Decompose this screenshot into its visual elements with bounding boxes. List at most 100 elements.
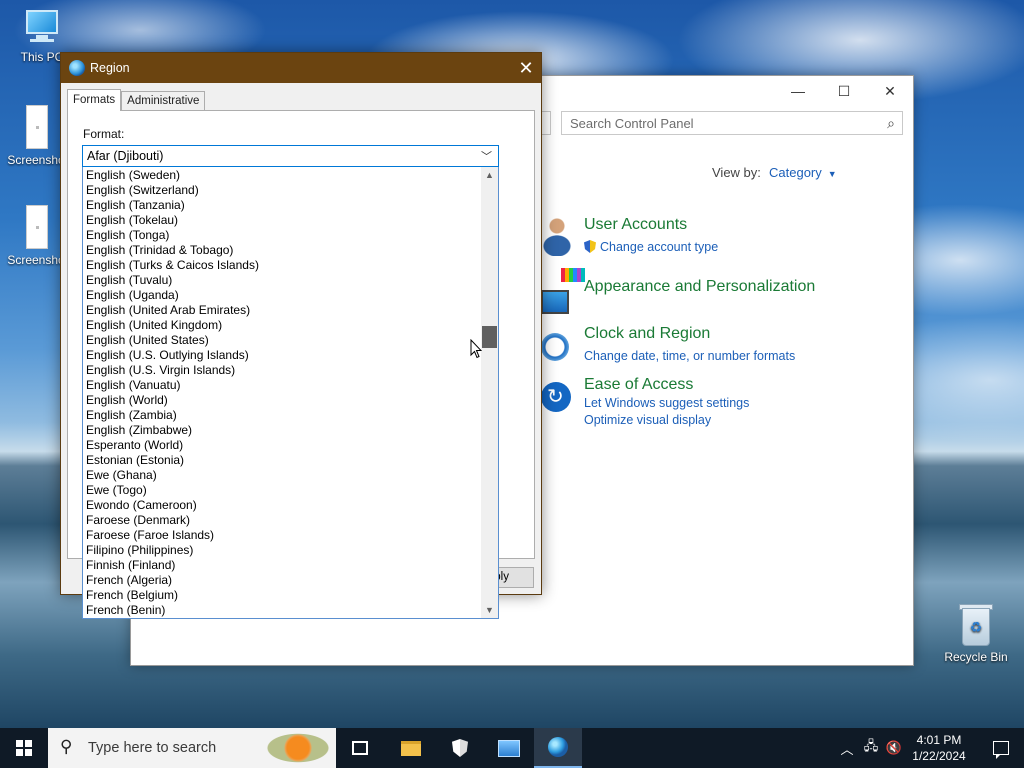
- control-panel-search-input[interactable]: Search Control Panel ⌕: [561, 111, 903, 135]
- notification-icon: [993, 741, 1009, 759]
- globe-icon: [69, 60, 85, 76]
- clock-time: 4:01 PM: [916, 733, 962, 747]
- format-option[interactable]: English (United States): [83, 333, 481, 348]
- view-by-label: View by:: [712, 165, 761, 180]
- tab-formats[interactable]: Formats: [67, 89, 122, 111]
- task-view-button[interactable]: [336, 728, 384, 768]
- format-dropdown-list[interactable]: English (Sweden) English (Switzerland) Eng…: [82, 167, 499, 619]
- search-placeholder: Search Control Panel: [570, 116, 694, 131]
- appearance-icon: [541, 290, 569, 314]
- action-center-button[interactable]: [978, 728, 1024, 768]
- taskbar-search-placeholder: Type here to search: [88, 740, 217, 756]
- globe-icon: [548, 737, 568, 757]
- close-button[interactable]: ✕: [511, 53, 541, 83]
- windows-security-button[interactable]: [436, 728, 484, 768]
- format-option[interactable]: French (Benin): [83, 603, 481, 618]
- scroll-up-icon[interactable]: ▲: [481, 167, 498, 184]
- category-title[interactable]: Appearance and Personalization: [584, 278, 815, 296]
- control-panel-icon: [498, 739, 520, 757]
- scrollbar-thumb[interactable]: [482, 326, 497, 348]
- mouse-cursor-icon: [470, 339, 482, 359]
- format-option[interactable]: English (U.S. Virgin Islands): [83, 363, 481, 378]
- category-title[interactable]: Ease of Access: [584, 376, 693, 394]
- show-hidden-icons-button[interactable]: ︿: [838, 728, 856, 768]
- desktop-icon-recycle-bin[interactable]: ♻ Recycle Bin: [940, 602, 1012, 664]
- window-controls: — ☐ ✕: [775, 76, 913, 106]
- ease-of-access-icon: [541, 382, 571, 412]
- category-title[interactable]: Clock and Region: [584, 325, 710, 343]
- user-accounts-icon: [541, 216, 573, 256]
- format-option[interactable]: Esperanto (World): [83, 438, 481, 453]
- format-option[interactable]: Ewe (Ghana): [83, 468, 481, 483]
- dialog-title: Region: [90, 61, 130, 75]
- windows-logo-icon: [16, 740, 32, 756]
- taskbar: ⚲ Type here to search ︿ 🖧 🔇 4:01 PM 1/22…: [0, 728, 1024, 768]
- format-option[interactable]: English (Zimbabwe): [83, 423, 481, 438]
- change-formats-link[interactable]: Change date, time, or number formats: [584, 349, 795, 363]
- start-button[interactable]: [0, 728, 48, 768]
- computer-icon: [22, 10, 62, 46]
- taskbar-search-box[interactable]: ⚲ Type here to search: [48, 728, 336, 768]
- change-account-type-link[interactable]: Change account type: [584, 240, 718, 254]
- dropdown-scrollbar[interactable]: ▲ ▼: [481, 167, 498, 618]
- view-by-dropdown[interactable]: Category ▼: [769, 165, 837, 180]
- format-option[interactable]: English (Trinidad & Tobago): [83, 243, 481, 258]
- clock-date: 1/22/2024: [912, 749, 966, 763]
- minimize-icon[interactable]: —: [775, 76, 821, 106]
- control-panel-taskbar-button[interactable]: [485, 728, 533, 768]
- format-option[interactable]: French (Belgium): [83, 588, 481, 603]
- search-highlight-icon: [266, 731, 330, 765]
- format-option[interactable]: Faroese (Faroe Islands): [83, 528, 481, 543]
- format-option[interactable]: English (Uganda): [83, 288, 481, 303]
- scroll-down-icon[interactable]: ▼: [481, 602, 498, 618]
- region-taskbar-button[interactable]: [534, 728, 582, 768]
- format-option[interactable]: English (United Kingdom): [83, 318, 481, 333]
- format-option[interactable]: Faroese (Denmark): [83, 513, 481, 528]
- format-option[interactable]: Finnish (Finland): [83, 558, 481, 573]
- format-option[interactable]: English (World): [83, 393, 481, 408]
- format-option[interactable]: Ewondo (Cameroon): [83, 498, 481, 513]
- format-option[interactable]: Ewe (Togo): [83, 483, 481, 498]
- category-title[interactable]: User Accounts: [584, 216, 687, 234]
- optimize-display-link[interactable]: Optimize visual display: [584, 413, 711, 427]
- format-option[interactable]: English (Vanuatu): [83, 378, 481, 393]
- close-icon: ✕: [518, 57, 534, 78]
- format-option[interactable]: English (Tokelau): [83, 213, 481, 228]
- format-option[interactable]: English (Tuvalu): [83, 273, 481, 288]
- document-icon: [26, 105, 48, 149]
- shield-icon: [452, 739, 468, 757]
- tab-administrative[interactable]: Administrative: [121, 91, 206, 111]
- format-option[interactable]: French (Algeria): [83, 573, 481, 588]
- format-option[interactable]: English (Sweden): [83, 168, 481, 183]
- network-icon[interactable]: 🖧: [860, 728, 882, 768]
- view-by-value: Category: [769, 165, 822, 180]
- taskbar-clock[interactable]: 4:01 PM 1/22/2024: [904, 732, 974, 764]
- triangle-down-icon: ▼: [827, 169, 837, 179]
- format-option[interactable]: English (U.S. Outlying Islands): [83, 348, 481, 363]
- format-option[interactable]: English (United Arab Emirates): [83, 303, 481, 318]
- volume-muted-icon[interactable]: 🔇: [884, 728, 904, 768]
- chevron-up-icon: ︿: [840, 741, 854, 757]
- recycle-bin-icon: ♻: [958, 602, 994, 646]
- format-option[interactable]: English (Switzerland): [83, 183, 481, 198]
- title-bar[interactable]: Region ✕: [61, 53, 541, 83]
- format-option[interactable]: English (Zambia): [83, 408, 481, 423]
- folder-icon: [401, 740, 421, 756]
- color-palette-icon: [561, 268, 585, 282]
- selected-format: Afar (Djibouti): [87, 149, 164, 163]
- format-combobox[interactable]: Afar (Djibouti) ﹀: [82, 145, 499, 167]
- format-option[interactable]: English (Tonga): [83, 228, 481, 243]
- tab-strip: Formats Administrative: [67, 89, 206, 111]
- format-option[interactable]: Estonian (Estonia): [83, 453, 481, 468]
- search-icon[interactable]: ⌕: [887, 115, 895, 132]
- search-icon: ⚲: [60, 737, 73, 756]
- format-option[interactable]: English (Turks & Caicos Islands): [83, 258, 481, 273]
- format-option[interactable]: English (Tanzania): [83, 198, 481, 213]
- desktop-icon-label: Recycle Bin: [944, 650, 1008, 664]
- suggest-settings-link[interactable]: Let Windows suggest settings: [584, 396, 749, 410]
- file-explorer-button[interactable]: [387, 728, 435, 768]
- format-option[interactable]: Filipino (Philippines): [83, 543, 481, 558]
- maximize-icon[interactable]: ☐: [821, 76, 867, 106]
- chevron-down-icon[interactable]: ﹀: [481, 148, 492, 164]
- close-icon[interactable]: ✕: [867, 76, 913, 106]
